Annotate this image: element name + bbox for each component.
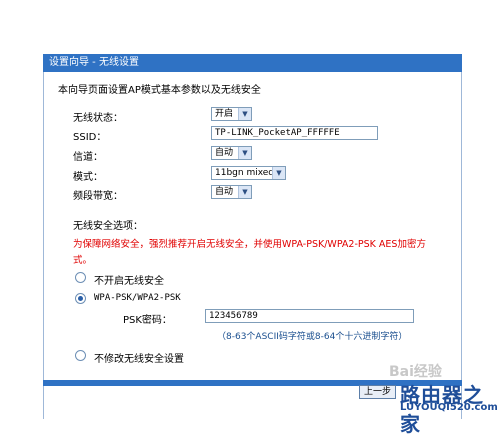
- radio-wpa-psk[interactable]: [75, 293, 86, 304]
- chevron-down-icon: ▼: [238, 186, 251, 198]
- wizard-title: 设置向导 - 无线设置: [49, 57, 139, 68]
- radio-no-change-label: 不修改无线安全设置: [94, 354, 184, 365]
- psk-password-label: PSK密码：: [123, 315, 172, 326]
- radio-disable-security-label: 不开启无线安全: [94, 276, 164, 287]
- chevron-down-icon: ▼: [238, 147, 251, 159]
- channel-label: 信道：: [73, 152, 103, 163]
- bandwidth-label: 频段带宽：: [73, 191, 123, 202]
- psk-password-input[interactable]: 123456789: [205, 309, 414, 323]
- chevron-down-icon: ▼: [238, 108, 251, 120]
- radio-no-change[interactable]: [75, 350, 86, 361]
- chevron-down-icon: ▼: [272, 167, 285, 179]
- prev-button[interactable]: 上一步: [359, 385, 396, 399]
- mode-value: 11bgn mixed: [215, 168, 275, 178]
- security-heading: 无线安全选项：: [73, 221, 143, 232]
- ssid-label: SSID：: [73, 132, 107, 143]
- wireless-status-select[interactable]: 开启 ▼: [211, 107, 252, 121]
- site-url: LUYOUQI520.com: [400, 402, 498, 413]
- mode-label: 模式：: [73, 172, 103, 183]
- security-warning-line2: 式。: [73, 255, 93, 266]
- channel-value: 自动: [215, 148, 234, 158]
- security-warning-line1: 为保障网络安全，强烈推荐开启无线安全，并使用WPA-PSK/WPA2-PSK A…: [73, 239, 426, 250]
- intro-text: 本向导页面设置AP模式基本参数以及无线安全: [58, 85, 261, 96]
- mode-select[interactable]: 11bgn mixed ▼: [211, 166, 286, 180]
- bandwidth-select[interactable]: 自动 ▼: [211, 185, 252, 199]
- channel-select[interactable]: 自动 ▼: [211, 146, 252, 160]
- radio-disable-security[interactable]: [75, 272, 86, 283]
- radio-wpa-psk-label: WPA-PSK/WPA2-PSK: [94, 293, 181, 303]
- baidu-watermark: Bai经验: [389, 364, 442, 380]
- bandwidth-value: 自动: [215, 187, 234, 197]
- wireless-status-value: 开启: [215, 109, 234, 119]
- wizard-title-bar: 设置向导 - 无线设置: [43, 54, 462, 72]
- psk-hint: （8-63个ASCII码字符或8-64个十六进制字符）: [217, 332, 408, 342]
- ssid-input[interactable]: TP-LINK_PocketAP_FFFFFE: [211, 126, 378, 140]
- wireless-status-label: 无线状态：: [73, 113, 123, 124]
